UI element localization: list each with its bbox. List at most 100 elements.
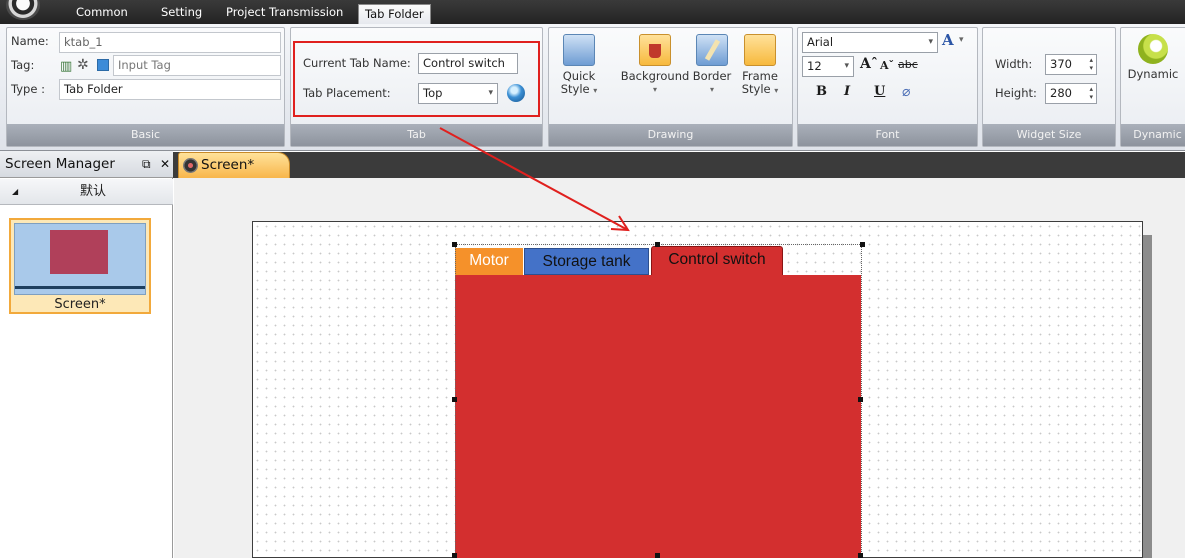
basic-group: Name: ktab_1 Tag: ▥ ✲ Input Tag Type : T… — [6, 27, 285, 147]
font-family-value: Arial — [807, 35, 834, 49]
font-size-select[interactable]: 12 ▾ — [802, 56, 854, 77]
globe-icon[interactable] — [507, 84, 525, 102]
underline-icon[interactable]: U — [874, 84, 885, 99]
chevron-down-icon: ▾ — [709, 85, 714, 94]
resize-handle[interactable] — [655, 242, 660, 247]
current-tab-name-input[interactable]: Control switch — [418, 53, 518, 74]
dynamic-icon — [1138, 34, 1168, 64]
tab-placement-select[interactable]: Top ▾ — [418, 83, 498, 104]
strikethrough-icon[interactable]: abc — [898, 58, 918, 71]
dynamic-label: Dynamic — [1127, 67, 1179, 81]
chevron-down-icon: ▾ — [844, 61, 849, 71]
width-label: Width: — [995, 57, 1033, 71]
font-group-label: Font — [798, 124, 977, 146]
menu-bar: Common Setting Project Transmission Tab … — [0, 0, 1185, 24]
spinner-icon[interactable]: ▴ ▾ — [1089, 85, 1093, 101]
tag-input[interactable]: Input Tag — [113, 55, 281, 76]
chevron-down-icon: ▾ — [652, 85, 657, 94]
tab-control-switch[interactable]: Control switch — [651, 246, 783, 275]
height-input[interactable]: 280 ▴ ▾ — [1045, 83, 1097, 104]
resize-handle[interactable] — [452, 553, 457, 558]
resize-handle[interactable] — [858, 397, 863, 402]
drawing-group: Quick Style ▾ Background ▾ Border ▾ Fram… — [548, 27, 793, 147]
menu-tab-project-transmission[interactable]: Project Transmission — [222, 0, 347, 24]
screen-group-name: 默认 — [80, 184, 107, 199]
screen-thumbnail[interactable]: Screen* — [9, 218, 151, 314]
menu-tab-setting[interactable]: Setting — [157, 0, 206, 24]
screen-document-tab-label: Screen* — [201, 157, 255, 173]
font-size-value: 12 — [807, 59, 822, 73]
frame-style-icon — [744, 34, 776, 66]
chevron-down-icon: ▾ — [928, 37, 933, 47]
dynamic-button[interactable]: Dynamic — [1123, 34, 1183, 81]
height-label: Height: — [995, 86, 1037, 100]
brush-icon — [696, 34, 728, 66]
tab-group: Current Tab Name: Control switch Tab Pla… — [290, 27, 543, 147]
ribbon: Name: ktab_1 Tag: ▥ ✲ Input Tag Type : T… — [0, 24, 1185, 151]
paint-bucket-icon — [639, 34, 671, 66]
menu-tab-tab-folder[interactable]: Tab Folder — [358, 4, 431, 24]
resize-handle[interactable] — [860, 242, 865, 247]
bold-icon[interactable]: B — [816, 84, 827, 99]
screen-manager-panel: Screen Manager ⧉ ✕ ◢ 默认 Screen* — [0, 151, 173, 558]
screen-thumbnail-label: Screen* — [54, 297, 106, 312]
tab-group-label: Tab — [291, 124, 542, 146]
frame-style-label-2: Style ▾ — [741, 82, 779, 96]
width-value: 370 — [1050, 57, 1072, 71]
bar-chart-icon[interactable]: ▥ — [60, 59, 72, 74]
chevron-down-icon[interactable]: ▾ — [959, 35, 964, 45]
drawing-group-label: Drawing — [549, 124, 792, 146]
grow-font-icon[interactable]: Aˆ — [860, 56, 878, 72]
thumbnail-bar — [15, 286, 145, 289]
chevron-down-icon: ▾ — [488, 88, 493, 98]
dynamic-group: Dynamic Dynamic — [1120, 27, 1185, 147]
font-family-select[interactable]: Arial ▾ — [802, 32, 938, 53]
width-input[interactable]: 370 ▴ ▾ — [1045, 54, 1097, 75]
font-color-icon[interactable]: A — [942, 31, 954, 49]
font-group: Arial ▾ A ▾ 12 ▾ Aˆ Aˇ abc B I U ⌀ Font — [797, 27, 978, 147]
pin-icon[interactable]: ⧉ — [142, 151, 151, 177]
collapse-triangle-icon[interactable]: ◢ — [12, 179, 18, 204]
palette-icon — [563, 34, 595, 66]
app-logo-icon[interactable] — [6, 0, 40, 20]
widget-size-group-label: Widget Size — [983, 124, 1115, 146]
resize-handle[interactable] — [452, 397, 457, 402]
shrink-font-icon[interactable]: Aˇ — [880, 59, 894, 72]
tab-motor[interactable]: Motor — [455, 248, 523, 275]
name-field[interactable]: ktab_1 — [59, 32, 281, 53]
tab-storage-tank[interactable]: Storage tank — [524, 248, 649, 275]
screen-group-header[interactable]: ◢ 默认 — [0, 179, 173, 205]
tab-folder-body[interactable] — [455, 275, 861, 558]
italic-icon[interactable]: I — [844, 84, 850, 99]
dynamic-group-label: Dynamic — [1121, 124, 1185, 146]
screen-document-tab[interactable]: Screen* — [178, 152, 290, 178]
gear-icon[interactable]: ✲ — [77, 57, 89, 73]
quick-style-label-2: Style ▾ — [560, 82, 598, 96]
background-label: Background — [620, 69, 690, 83]
thumbnail-tab-folder — [50, 230, 108, 274]
screen-thumbnail-image — [14, 223, 146, 295]
resize-handle[interactable] — [655, 553, 660, 558]
menu-tab-common[interactable]: Common — [72, 0, 132, 24]
clear-format-icon[interactable]: ⌀ — [902, 84, 910, 100]
resize-handle[interactable] — [452, 242, 457, 247]
name-label: Name: — [11, 34, 49, 48]
widget-size-group: Width: 370 ▴ ▾ Height: 280 ▴ ▾ Widget Size — [982, 27, 1116, 147]
quick-style-button[interactable]: Quick Style ▾ — [557, 34, 601, 97]
close-icon[interactable]: ✕ — [160, 151, 170, 177]
screen-shadow — [1143, 235, 1152, 558]
spinner-icon[interactable]: ▴ ▾ — [1089, 56, 1093, 72]
screen-icon — [183, 158, 198, 173]
frame-style-button[interactable]: Frame Style ▾ — [735, 34, 785, 97]
current-tab-name-label: Current Tab Name: — [303, 56, 411, 70]
tab-placement-value: Top — [423, 86, 443, 100]
tag-label: Tag: — [11, 58, 35, 72]
basic-group-label: Basic — [7, 124, 284, 146]
background-button[interactable]: Background ▾ — [619, 34, 691, 96]
screen-manager-title-text: Screen Manager — [5, 156, 115, 172]
tab-placement-label: Tab Placement: — [303, 86, 391, 100]
type-label: Type : — [11, 82, 45, 96]
tag-browse-icon[interactable] — [97, 59, 109, 71]
border-button[interactable]: Border ▾ — [692, 34, 732, 96]
resize-handle[interactable] — [858, 553, 863, 558]
